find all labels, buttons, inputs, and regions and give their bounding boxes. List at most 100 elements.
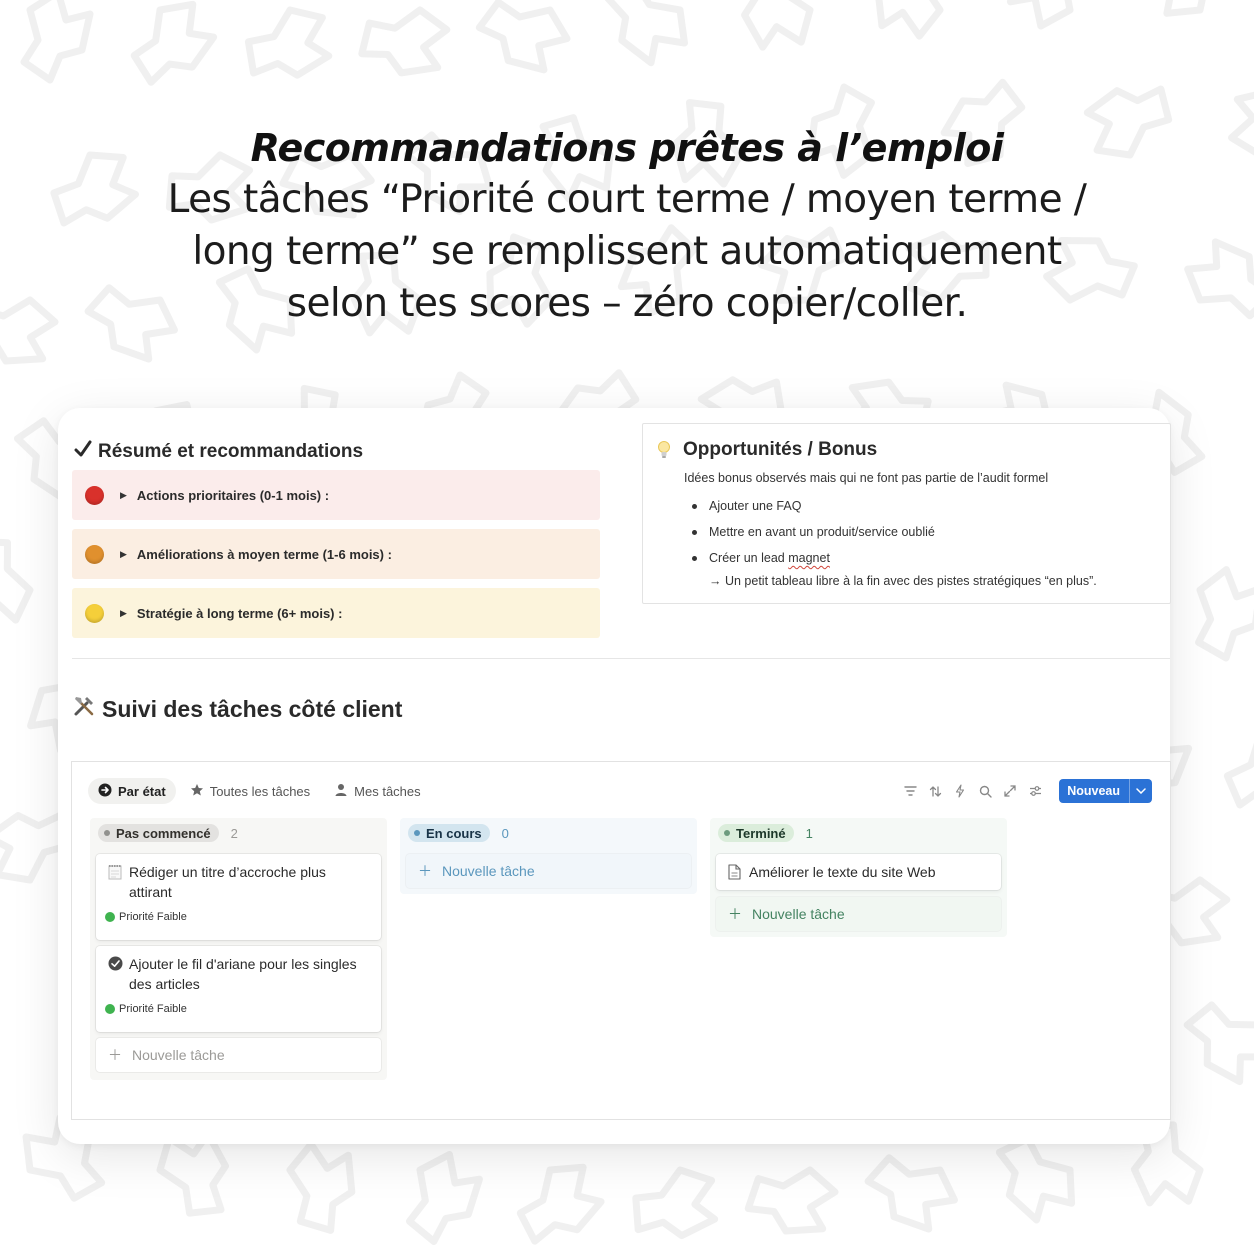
- lightning-icon[interactable]: [953, 784, 967, 798]
- opportunities-intro: Idées bonus observés mais qui ne font pa…: [684, 471, 1049, 485]
- background-shape: [744, 1166, 839, 1235]
- background-shape: [130, 0, 218, 86]
- summary-title: Résumé et recommandations: [98, 441, 364, 462]
- status-label: Pas commencé: [116, 825, 211, 841]
- reco-label: Améliorations à moyen terme (1-6 mois) :: [136, 546, 392, 562]
- list-item: Ajouter une FAQ: [684, 493, 935, 519]
- task-title: Améliorer le texte du site Web: [749, 864, 936, 880]
- background-shape: [358, 6, 451, 77]
- plus-icon: ＋: [728, 906, 742, 922]
- column-header: En cours 0: [408, 824, 509, 842]
- kanban-board: Par état Toutes les tâches Mes tâches No…: [71, 761, 1171, 1120]
- background-shape: [995, 1135, 1076, 1224]
- sort-icon[interactable]: [928, 784, 942, 798]
- background-shape: [244, 6, 333, 79]
- notion-page-card: Résumé et recommandations ▶ Actions prio…: [58, 408, 1171, 1144]
- toggle-triangle-icon[interactable]: ▶: [120, 549, 127, 560]
- reco-row-long-term[interactable]: ▶ Stratégie à long terme (6+ mois) :: [72, 588, 600, 638]
- task-title: Ajouter le fil d'ariane pour les singles…: [129, 956, 357, 992]
- green-circle-icon: [105, 1004, 115, 1014]
- task-card[interactable]: Améliorer le texte du site Web: [716, 854, 1001, 890]
- status-dot: [414, 830, 420, 836]
- tab-label: Toutes les tâches: [209, 783, 311, 799]
- toggle-triangle-icon[interactable]: ▶: [120, 490, 127, 501]
- column-in-progress: En cours 0 ＋ Nouvelle tâche: [400, 818, 697, 894]
- new-button-label: Nouveau: [1067, 784, 1120, 798]
- background-shape: [405, 1151, 483, 1245]
- column-count: 2: [230, 825, 238, 841]
- new-button[interactable]: Nouveau: [1059, 779, 1152, 803]
- check-circle-icon: [108, 956, 123, 976]
- tracking-heading: Suivi des tâches côté client: [72, 694, 402, 724]
- arrow-circle-icon: [98, 783, 112, 800]
- reco-row-mid-term[interactable]: ▶ Améliorations à moyen terme (1-6 mois)…: [72, 529, 600, 579]
- column-count: 0: [501, 825, 509, 841]
- new-task-label: Nouvelle tâche: [752, 906, 845, 922]
- search-icon[interactable]: [978, 784, 992, 798]
- summary-heading: Résumé et recommandations: [74, 440, 363, 464]
- tracking-title: Suivi des tâches côté client: [102, 695, 403, 722]
- board-toolbar: Nouveau: [903, 779, 1152, 803]
- orange-circle-icon: [85, 544, 104, 564]
- toggle-triangle-icon[interactable]: ▶: [120, 608, 127, 619]
- person-icon: [334, 783, 348, 800]
- status-badge[interactable]: Terminé: [718, 824, 794, 842]
- reco-row-short-term[interactable]: ▶ Actions prioritaires (0-1 mois) :: [72, 470, 600, 520]
- task-card[interactable]: Ajouter le fil d'ariane pour les singles…: [96, 946, 381, 1032]
- settings-sliders-icon[interactable]: [1028, 784, 1042, 798]
- opportunities-title: Opportunités / Bonus: [683, 439, 878, 460]
- list-item: Mettre en avant un produit/service oubli…: [684, 519, 935, 545]
- background-shape: [1006, 0, 1084, 30]
- view-tabs: Par état Toutes les tâches Mes tâches: [88, 778, 431, 804]
- tab-toutes-les-taches[interactable]: Toutes les tâches: [180, 778, 320, 804]
- expand-icon[interactable]: [1003, 784, 1017, 798]
- background-shape: [1243, 391, 1254, 501]
- tab-par-etat[interactable]: Par état: [88, 778, 176, 804]
- column-header: Terminé 1: [718, 824, 813, 842]
- background-shape: [475, 0, 571, 74]
- background-shape: [874, 0, 944, 40]
- priority-label: Priorité Faible: [119, 1003, 187, 1015]
- background-shape: [864, 1154, 958, 1233]
- plus-icon: ＋: [418, 863, 432, 879]
- status-badge[interactable]: En cours: [408, 824, 490, 842]
- column-done: Terminé 1 Améliorer le texte du site Web…: [710, 818, 1007, 937]
- page-icon: [728, 864, 741, 885]
- new-task-button[interactable]: ＋ Nouvelle tâche: [716, 897, 1001, 931]
- chevron-down-icon[interactable]: [1129, 779, 1152, 803]
- star-icon: [190, 783, 204, 800]
- filter-icon[interactable]: [903, 784, 917, 798]
- status-badge[interactable]: Pas commencé: [98, 824, 219, 842]
- checkmark-icon: [74, 440, 92, 464]
- tools-icon: [72, 694, 96, 724]
- priority-label: Priorité Faible: [119, 911, 187, 923]
- background-shape: [632, 1166, 719, 1240]
- yellow-circle-icon: [85, 603, 104, 623]
- task-title: Rédiger un titre d’accroche plus attiran…: [129, 864, 326, 900]
- background-shape: [20, 0, 94, 84]
- background-shape: [741, 0, 814, 51]
- notepad-icon: [108, 864, 122, 885]
- spellcheck-word: magnet: [788, 551, 830, 565]
- tab-mes-taches[interactable]: Mes tâches: [324, 778, 430, 804]
- status-label: En cours: [426, 825, 482, 841]
- background-shape: [1195, 566, 1254, 662]
- new-task-button[interactable]: ＋ Nouvelle tâche: [96, 1038, 381, 1072]
- task-card[interactable]: Rédiger un titre d’accroche plus attiran…: [96, 854, 381, 940]
- background-shape: [286, 1140, 356, 1234]
- tab-label: Par état: [118, 783, 166, 799]
- status-label: Terminé: [736, 825, 786, 841]
- new-task-label: Nouvelle tâche: [132, 1047, 225, 1063]
- opportunities-list: Ajouter une FAQ Mettre en avant un produ…: [684, 493, 935, 571]
- lightbulb-icon: [657, 440, 671, 465]
- plus-icon: ＋: [108, 1047, 122, 1063]
- reco-label: Stratégie à long terme (6+ mois) :: [136, 605, 343, 621]
- opportunities-note: → Un petit tableau libre à la fin avec d…: [709, 574, 1097, 588]
- list-item-text: Créer un lead: [709, 551, 789, 565]
- new-task-button[interactable]: ＋ Nouvelle tâche: [406, 854, 691, 888]
- list-item: Créer un lead magnet: [684, 545, 935, 571]
- column-count: 1: [805, 825, 813, 841]
- status-dot: [724, 830, 730, 836]
- background-shape: [516, 1163, 605, 1245]
- green-circle-icon: [105, 912, 115, 922]
